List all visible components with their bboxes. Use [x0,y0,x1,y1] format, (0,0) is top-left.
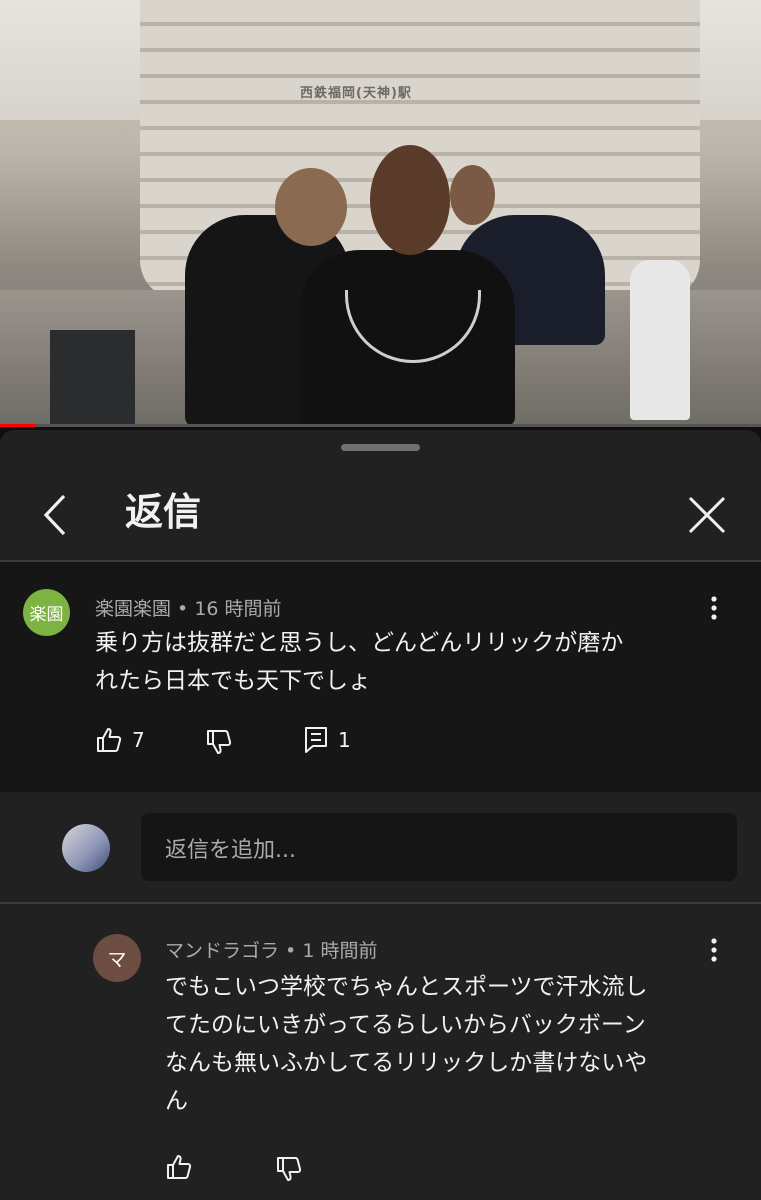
dislike-button[interactable] [276,1156,302,1182]
video-frame-head-right [450,165,495,225]
meta-separator: • [171,598,195,620]
reply-text-line: でもこいつ学校でちゃんとスポーツで汗水流し [165,974,648,1000]
reply-comment: マ マンドラゴラ • 1 時間前 でもこいつ学校でちゃんとスポーツで汗水流し て… [0,904,761,1200]
reply-author[interactable]: マンドラゴラ [165,940,279,962]
dislike-button[interactable] [206,729,232,755]
add-reply-row: 返信を追加... [0,792,761,902]
like-button[interactable]: 7 [96,727,145,753]
video-frame-head-left [275,168,347,246]
reply-text-line: なんも無いふかしてるリリックしか書けないや [165,1050,648,1076]
video-player[interactable]: 西鉄福岡(天神)駅 [0,0,761,427]
more-vert-icon [711,596,717,620]
self-avatar [62,824,110,872]
panel-title: 返信 [125,490,202,534]
comment-icon [305,727,327,753]
back-button[interactable] [38,492,78,538]
like-count: 7 [132,728,145,752]
avatar[interactable]: 楽園 [23,589,70,636]
chevron-left-icon [43,494,66,536]
like-button[interactable] [166,1154,192,1180]
video-frame-trash-bin [50,330,135,425]
replies-panel: 返信 楽園 楽園楽園 • 16 時間前 乗り方は抜群だと思うし、どんどんリリック… [0,430,761,1200]
reply-input-placeholder: 返信を追加... [165,838,296,863]
comment-author[interactable]: 楽園楽園 [95,598,171,620]
more-button[interactable] [704,594,724,624]
close-button[interactable] [686,494,728,536]
meta-separator: • [279,940,303,962]
panel-header: 返信 [0,470,761,560]
reply-count: 1 [338,728,351,752]
video-progress-bar[interactable] [0,424,761,427]
video-frame-head-center [370,145,450,255]
comment-meta: 楽園楽園 • 16 時間前 [95,594,282,621]
more-vert-icon [711,938,717,962]
more-button[interactable] [704,936,724,966]
comment-time: 16 時間前 [194,598,282,620]
reply-text-line: てたのにいきがってるらしいからバックボーン [165,1012,646,1038]
reply-meta: マンドラゴラ • 1 時間前 [165,936,377,963]
video-progress-fill [0,424,36,427]
reply-time: 1 時間前 [302,940,378,962]
avatar[interactable]: マ [93,934,141,982]
close-icon [688,496,726,534]
reply-text-line: ん [165,1088,188,1114]
reply-input[interactable]: 返信を追加... [141,813,737,881]
video-frame-station-sign: 西鉄福岡(天神)駅 [300,86,412,101]
reply-text: でもこいつ学校でちゃんとスポーツで汗水流し てたのにいきがってるらしいからバック… [165,968,648,1120]
comment-text-line: 乗り方は抜群だと思うし、どんどんリリックが磨か [95,630,624,656]
reply-count-button[interactable]: 1 [304,726,351,754]
thumbs-down-icon [207,730,232,754]
parent-comment: 楽園 楽園楽園 • 16 時間前 乗り方は抜群だと思うし、どんどんリリックが磨か… [0,562,761,792]
thumbs-up-icon [97,728,122,752]
thumbs-down-icon [277,1157,302,1181]
comment-text-line: れたら日本でも天下でしょ [95,668,371,694]
drag-handle[interactable] [341,444,420,451]
video-frame-pedestrian [630,260,690,420]
comment-text: 乗り方は抜群だと思うし、どんどんリリックが磨か れたら日本でも天下でしょ [95,624,623,700]
thumbs-up-icon [167,1155,192,1179]
